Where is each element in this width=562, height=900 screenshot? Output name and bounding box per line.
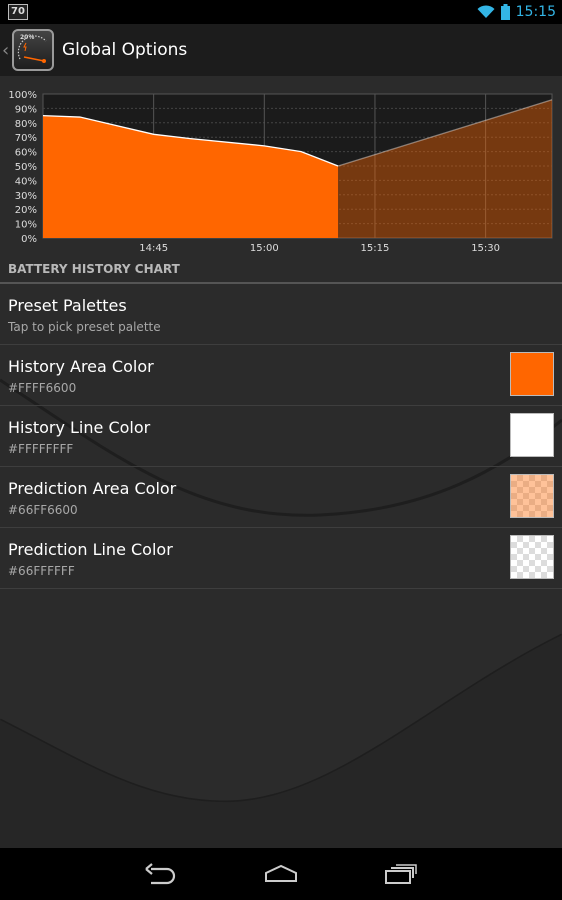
pref-summary: #66FFFFFF (8, 564, 75, 578)
pref-summary: #FFFF6600 (8, 381, 77, 395)
color-swatch[interactable] (510, 474, 554, 518)
pref-title: History Area Color (8, 357, 154, 376)
notification-badge: 70 (8, 4, 28, 20)
x-tick-label: 14:45 (139, 243, 168, 254)
color-swatch[interactable] (510, 535, 554, 579)
y-tick-label: 40% (15, 176, 37, 187)
recent-apps-button[interactable] (376, 854, 426, 894)
pref-title: Prediction Line Color (8, 540, 173, 559)
y-tick-label: 70% (15, 133, 37, 144)
pref-title: Preset Palettes (8, 296, 127, 315)
back-button[interactable] (136, 854, 186, 894)
section-header: BATTERY HISTORY CHART (0, 258, 562, 284)
pref-preset-palettes[interactable]: Preset Palettes Tap to pick preset palet… (0, 284, 562, 345)
back-icon (145, 863, 176, 885)
status-bar: 70 15:15 (0, 0, 562, 24)
y-tick-label: 80% (15, 119, 37, 130)
pref-summary: Tap to pick preset palette (8, 320, 161, 334)
y-tick-label: 20% (15, 205, 37, 216)
preference-list: Preset Palettes Tap to pick preset palet… (0, 284, 562, 589)
recent-apps-icon (385, 864, 417, 884)
y-tick-label: 0% (21, 234, 37, 245)
pref-prediction-line-color[interactable]: Prediction Line Color #66FFFFFF (0, 528, 562, 589)
y-tick-label: 50% (15, 162, 37, 173)
color-swatch[interactable] (510, 413, 554, 457)
wifi-icon (477, 5, 495, 18)
pref-summary: #FFFFFFFF (8, 442, 74, 456)
chart-svg: 100% 90% 80% 70% 60% 50% 40% 30% 20% 10% 0% 14:45 15… (8, 90, 553, 254)
pref-history-area-color[interactable]: History Area Color #FFFF6600 (0, 345, 562, 406)
y-tick-label: 90% (15, 104, 37, 115)
section-title: BATTERY HISTORY CHART (8, 262, 180, 276)
y-tick-label: 30% (15, 191, 37, 202)
navigation-bar (0, 848, 562, 900)
home-button[interactable] (256, 854, 306, 894)
pref-title: Prediction Area Color (8, 479, 177, 498)
app-gauge-icon[interactable]: 20% (12, 29, 54, 71)
status-time: 15:15 (515, 4, 556, 20)
action-bar: ‹ 20% Global Options (0, 24, 562, 76)
pref-prediction-area-color[interactable]: Prediction Area Color #66FF6600 (0, 467, 562, 528)
up-navigation-icon[interactable]: ‹ (2, 40, 12, 61)
home-icon (265, 864, 297, 882)
page-title: Global Options (62, 40, 188, 60)
battery-icon (500, 4, 510, 20)
y-tick-label: 100% (8, 90, 37, 101)
pref-summary: #66FF6600 (8, 503, 78, 517)
x-tick-label: 15:00 (250, 243, 279, 254)
y-tick-label: 60% (15, 148, 37, 159)
x-tick-label: 15:30 (471, 243, 500, 254)
y-tick-label: 10% (15, 220, 37, 231)
battery-history-chart: 100% 90% 80% 70% 60% 50% 40% 30% 20% 10% 0% 14:45 15… (0, 84, 562, 254)
color-swatch[interactable] (510, 352, 554, 396)
pref-history-line-color[interactable]: History Line Color #FFFFFFFF (0, 406, 562, 467)
x-tick-label: 15:15 (361, 243, 390, 254)
pref-title: History Line Color (8, 418, 151, 437)
